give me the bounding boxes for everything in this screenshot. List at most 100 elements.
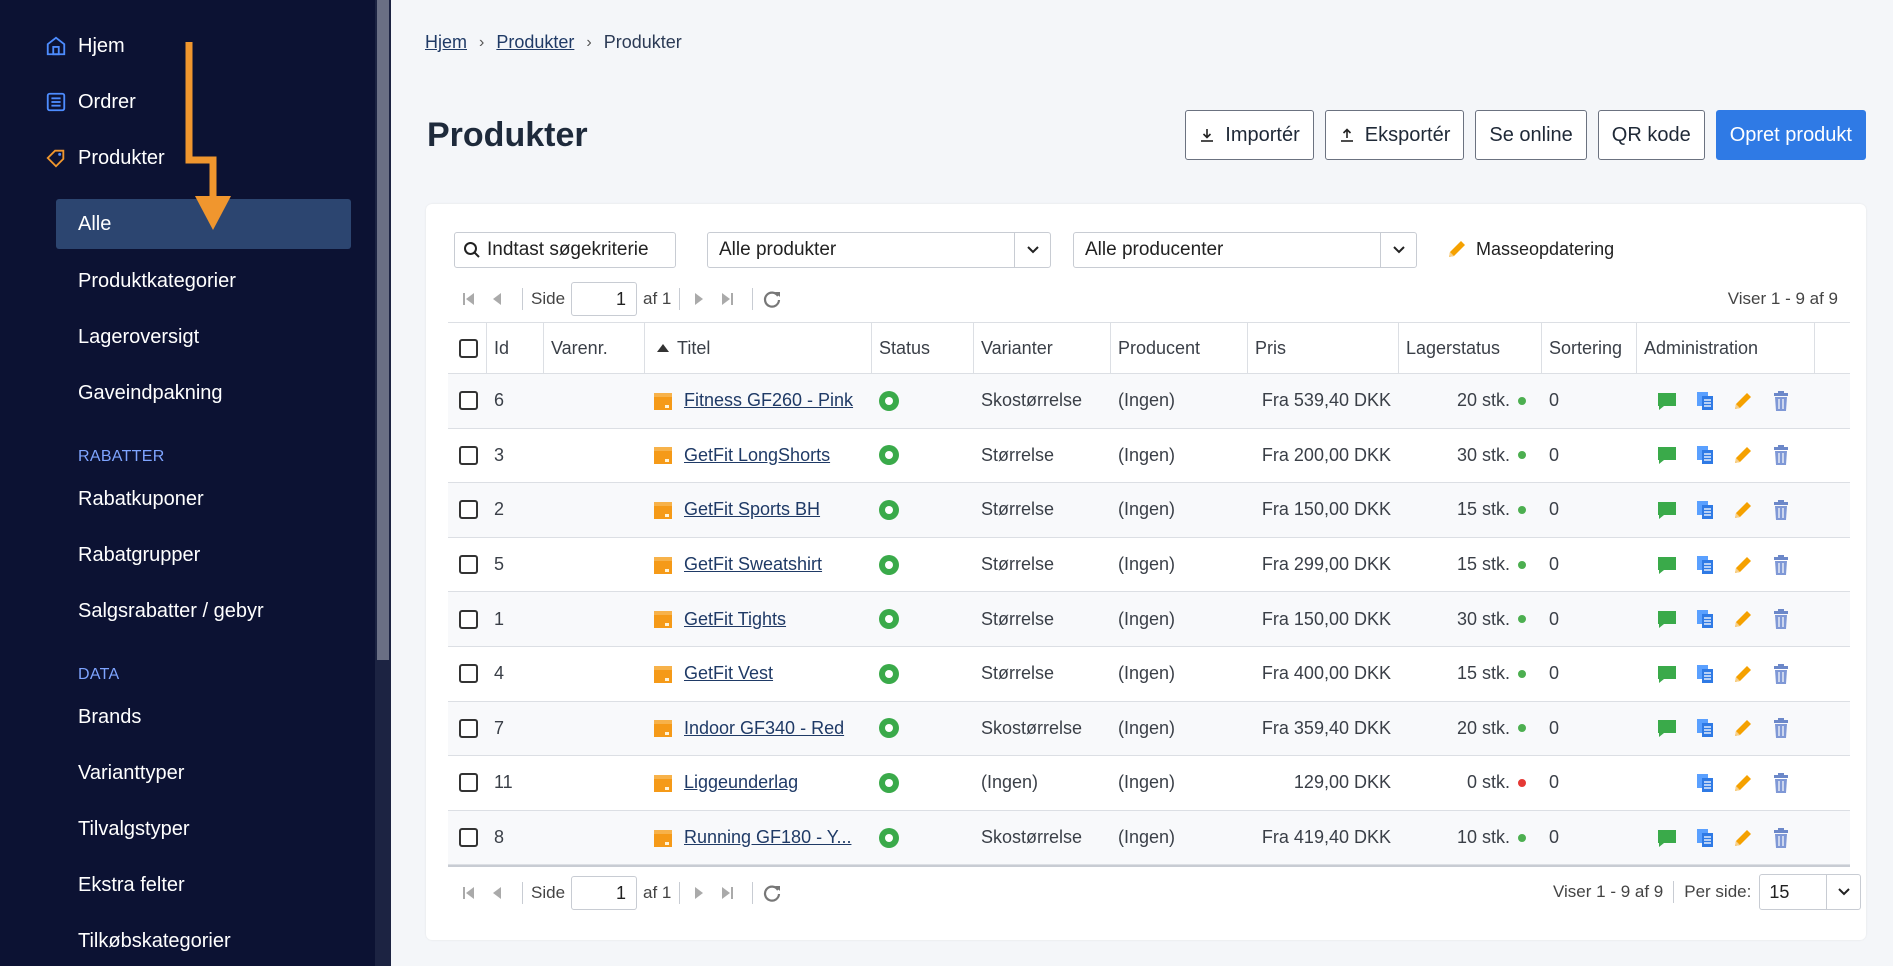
product-title-link[interactable]: Fitness GF260 - Pink xyxy=(684,390,853,411)
breadcrumb-produkter[interactable]: Produkter xyxy=(496,32,574,53)
qr-code-button[interactable]: QR kode xyxy=(1597,110,1705,160)
row-checkbox[interactable] xyxy=(448,756,487,810)
comment-icon[interactable] xyxy=(1655,607,1679,631)
trash-icon[interactable] xyxy=(1769,662,1793,686)
sidebar-item-produkter[interactable]: Produkter xyxy=(44,138,165,178)
prev-page-icon[interactable] xyxy=(486,882,508,904)
status-active-icon[interactable] xyxy=(879,772,899,793)
row-checkbox[interactable] xyxy=(448,374,487,428)
product-title-link[interactable]: GetFit Sweatshirt xyxy=(684,554,822,575)
trash-icon[interactable] xyxy=(1769,443,1793,467)
last-page-icon[interactable] xyxy=(716,288,738,310)
column-varenr[interactable]: Varenr. xyxy=(544,323,645,373)
status-active-icon[interactable] xyxy=(879,827,899,848)
sidebar-item-produktkategorier[interactable]: Produktkategorier xyxy=(56,256,351,306)
export-button[interactable]: Eksportér xyxy=(1324,110,1465,160)
product-title-link[interactable]: Liggeunderlag xyxy=(684,772,798,793)
edit-pencil-icon[interactable] xyxy=(1731,716,1755,740)
copy-icon[interactable] xyxy=(1693,662,1717,686)
prev-page-icon[interactable] xyxy=(486,288,508,310)
row-checkbox[interactable] xyxy=(448,811,487,865)
copy-icon[interactable] xyxy=(1693,553,1717,577)
row-checkbox[interactable] xyxy=(448,429,487,483)
sidebar-item-tilkobskategorier[interactable]: Tilkøbskategorier xyxy=(56,916,351,966)
product-title-link[interactable]: GetFit Vest xyxy=(684,663,773,684)
edit-pencil-icon[interactable] xyxy=(1731,662,1755,686)
trash-icon[interactable] xyxy=(1769,498,1793,522)
edit-pencil-icon[interactable] xyxy=(1731,498,1755,522)
product-title-link[interactable]: GetFit LongShorts xyxy=(684,445,830,466)
column-titel[interactable]: Titel xyxy=(645,323,872,373)
copy-icon[interactable] xyxy=(1693,389,1717,413)
sidebar-item-lageroversigt[interactable]: Lageroversigt xyxy=(56,312,351,362)
trash-icon[interactable] xyxy=(1769,607,1793,631)
comment-icon[interactable] xyxy=(1655,443,1679,467)
trash-icon[interactable] xyxy=(1769,826,1793,850)
trash-icon[interactable] xyxy=(1769,553,1793,577)
edit-pencil-icon[interactable] xyxy=(1731,553,1755,577)
row-checkbox[interactable] xyxy=(448,702,487,756)
column-id[interactable]: Id xyxy=(487,323,544,373)
import-button[interactable]: Importér xyxy=(1185,110,1314,160)
product-filter-select[interactable]: Alle produkter xyxy=(707,232,1051,268)
edit-pencil-icon[interactable] xyxy=(1731,607,1755,631)
product-title-link[interactable]: Indoor GF340 - Red xyxy=(684,718,844,739)
edit-pencil-icon[interactable] xyxy=(1731,443,1755,467)
create-product-button[interactable]: Opret produkt xyxy=(1715,110,1866,160)
product-title-link[interactable]: Running GF180 - Y... xyxy=(684,827,851,848)
column-sortering[interactable]: Sortering xyxy=(1542,323,1637,373)
sidebar-item-tilvalgstyper[interactable]: Tilvalgstyper xyxy=(56,804,351,854)
next-page-icon[interactable] xyxy=(688,882,710,904)
edit-pencil-icon[interactable] xyxy=(1731,826,1755,850)
row-checkbox[interactable] xyxy=(448,647,487,701)
sidebar-item-brands[interactable]: Brands xyxy=(56,692,351,742)
status-active-icon[interactable] xyxy=(879,445,899,466)
per-page-select[interactable]: 15 xyxy=(1759,874,1862,910)
page-number-input[interactable]: 1 xyxy=(571,282,638,316)
breadcrumb-home[interactable]: Hjem xyxy=(425,32,467,53)
first-page-icon[interactable] xyxy=(458,882,480,904)
comment-icon[interactable] xyxy=(1655,389,1679,413)
column-varianter[interactable]: Varianter xyxy=(974,323,1111,373)
first-page-icon[interactable] xyxy=(458,288,480,310)
page-number-input[interactable]: 1 xyxy=(571,876,638,910)
last-page-icon[interactable] xyxy=(716,882,738,904)
status-active-icon[interactable] xyxy=(879,390,899,411)
column-pris[interactable]: Pris xyxy=(1248,323,1399,373)
copy-icon[interactable] xyxy=(1693,826,1717,850)
comment-icon[interactable] xyxy=(1655,826,1679,850)
comment-icon[interactable] xyxy=(1655,716,1679,740)
copy-icon[interactable] xyxy=(1693,607,1717,631)
producer-filter-select[interactable]: Alle producenter xyxy=(1073,232,1417,268)
sidebar-item-hjem[interactable]: Hjem xyxy=(44,26,125,66)
status-active-icon[interactable] xyxy=(879,609,899,630)
edit-pencil-icon[interactable] xyxy=(1731,389,1755,413)
copy-icon[interactable] xyxy=(1693,771,1717,795)
column-producent[interactable]: Producent xyxy=(1111,323,1248,373)
edit-pencil-icon[interactable] xyxy=(1731,771,1755,795)
status-active-icon[interactable] xyxy=(879,663,899,684)
trash-icon[interactable] xyxy=(1769,771,1793,795)
status-active-icon[interactable] xyxy=(879,554,899,575)
mass-update-button[interactable]: Masseopdatering xyxy=(1446,238,1614,260)
select-all-checkbox[interactable] xyxy=(448,323,487,373)
refresh-icon[interactable] xyxy=(761,288,783,310)
comment-icon[interactable] xyxy=(1655,662,1679,686)
search-input[interactable]: Indtast søgekriterie xyxy=(454,232,676,268)
sidebar-item-salgsrabatter[interactable]: Salgsrabatter / gebyr xyxy=(56,586,351,636)
column-lagerstatus[interactable]: Lagerstatus xyxy=(1399,323,1542,373)
row-checkbox[interactable] xyxy=(448,483,487,537)
next-page-icon[interactable] xyxy=(688,288,710,310)
sidebar-item-varianttyper[interactable]: Varianttyper xyxy=(56,748,351,798)
status-active-icon[interactable] xyxy=(879,499,899,520)
sidebar-item-rabatkuponer[interactable]: Rabatkuponer xyxy=(56,474,351,524)
product-title-link[interactable]: GetFit Sports BH xyxy=(684,499,820,520)
refresh-icon[interactable] xyxy=(761,882,783,904)
copy-icon[interactable] xyxy=(1693,443,1717,467)
row-checkbox[interactable] xyxy=(448,592,487,646)
sidebar-item-rabatgrupper[interactable]: Rabatgrupper xyxy=(56,530,351,580)
trash-icon[interactable] xyxy=(1769,389,1793,413)
status-active-icon[interactable] xyxy=(879,718,899,739)
sidebar-scrollbar-thumb[interactable] xyxy=(377,0,389,660)
row-checkbox[interactable] xyxy=(448,538,487,592)
